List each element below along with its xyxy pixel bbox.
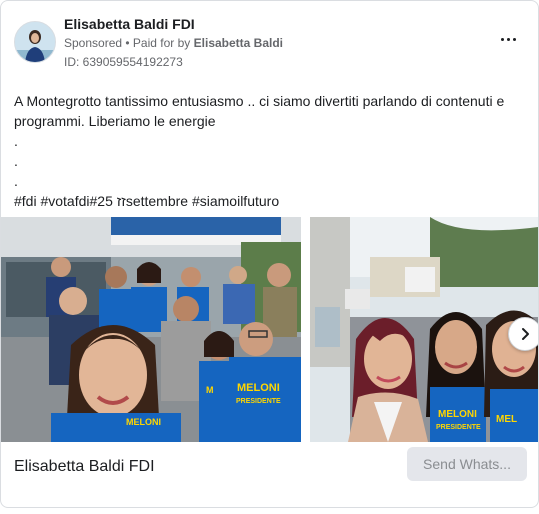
more-horizontal-icon	[499, 37, 517, 41]
chevron-right-icon	[522, 328, 529, 340]
sponsored-label: Sponsored	[64, 36, 123, 50]
body-line: .	[14, 173, 18, 189]
image-carousel[interactable]: MELONI PRESIDENTE M MELONI MELONI PRESID…	[1, 217, 538, 442]
svg-text:MELONI: MELONI	[126, 417, 161, 427]
sponsor-meta: Sponsored • Paid for by Elisabetta Baldi	[64, 36, 283, 50]
paid-for-prefix: • Paid for by	[125, 36, 191, 50]
shirt-text: MELONI	[438, 409, 477, 420]
svg-text:M: M	[206, 385, 214, 395]
svg-text:MEL: MEL	[496, 414, 517, 425]
group-photo-image: MELONI PRESIDENTE M MELONI	[1, 217, 301, 442]
shirt-text: MELONI	[237, 382, 280, 394]
hashtags-line[interactable]: #fdi #votafdiזז #25settembre #siamoilfut…	[14, 191, 524, 211]
ad-id: ID: 639059554192273	[64, 55, 183, 69]
carousel-next-button[interactable]	[508, 317, 538, 351]
ad-card: Elisabetta Baldi FDI Sponsored • Paid fo…	[0, 0, 539, 508]
author-avatar[interactable]	[14, 21, 56, 63]
post-body: A Montegrotto tantissimo entusiasmo .. c…	[14, 91, 524, 211]
link-caption[interactable]: Elisabetta Baldi FDI	[14, 458, 155, 476]
shirt-text: PRESIDENTE	[236, 398, 281, 405]
more-options-button[interactable]	[497, 28, 519, 50]
body-line: A Montegrotto tantissimo entusiasmo .. c…	[14, 93, 509, 129]
carousel-slide-2[interactable]: MELONI PRESIDENTE MEL	[310, 217, 538, 442]
shirt-text: PRESIDENTE	[436, 424, 481, 431]
body-line: .	[14, 153, 18, 169]
carousel-slide-1[interactable]: MELONI PRESIDENTE M MELONI	[1, 217, 301, 442]
paid-by-name: Elisabetta Baldi	[193, 36, 284, 50]
body-line: .	[14, 133, 18, 149]
selfie-photo-image: MELONI PRESIDENTE MEL	[310, 217, 538, 442]
send-whatsapp-button[interactable]: Send Whats...	[407, 447, 527, 481]
author-name[interactable]: Elisabetta Baldi FDI	[64, 16, 195, 32]
